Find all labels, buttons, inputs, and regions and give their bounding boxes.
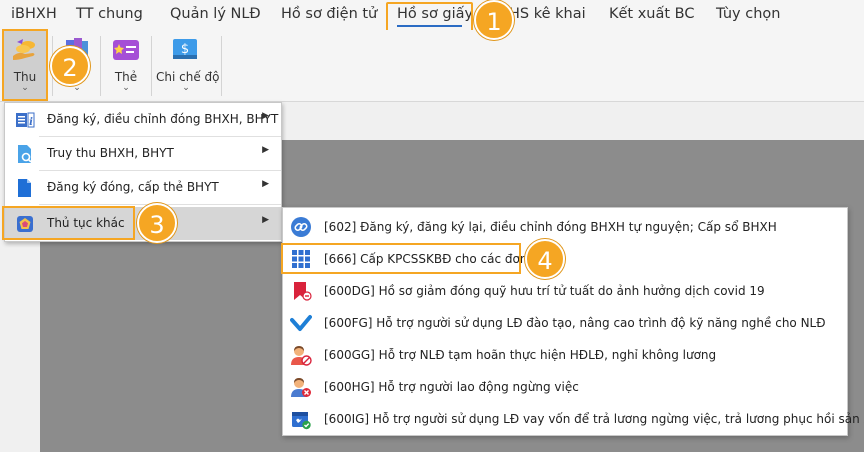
submenu-item-600ig[interactable]: [600IG] Hỗ trợ người sử dụng LĐ vay vốn … [283,403,864,435]
submenu-item-600dg[interactable]: [600DG] Hồ sơ giảm đóng quỹ hưu trí tử t… [283,275,847,307]
active-tab-underline [397,25,462,27]
dropdown-item-label: Đăng ký đóng, cấp thẻ BHYT [47,180,219,194]
thu-tuc-khac-highlight [2,206,135,240]
ribbon-chi-che-do-button[interactable]: $ Chi chế độ ⌄ [156,30,220,100]
dropdown-item-truy-thu[interactable]: Truy thu BHXH, BHYT ▶ [5,137,281,170]
ribbon-thu-label: Thu [13,70,37,84]
hand-coins-icon [13,39,35,60]
ribbon-the-button[interactable]: Thẻ ⌄ [106,30,146,100]
svg-text:i: i [29,117,33,128]
submenu-item-label: [602] Đăng ký, đăng ký lại, điều chỉnh đ… [324,220,777,234]
submenu-item-602[interactable]: [602] Đăng ký, đăng ký lại, điều chỉnh đ… [283,211,847,243]
check-icon [290,315,312,331]
menu-tuy-chon[interactable]: Tùy chọn [716,6,780,22]
menu-ho-so-dien-tu[interactable]: Hồ sơ điện tử [281,6,377,22]
menu-tt-chung[interactable]: TT chung [76,6,143,22]
menu-quan-ly-nld[interactable]: Quản lý NLĐ [170,6,261,22]
submenu-item-label: [600HG] Hỗ trợ người lao động ngừng việc [324,380,579,394]
submenu-arrow-icon: ▶ [262,145,269,155]
ribbon-chi-che-do-label: Chi chế độ [156,70,220,84]
ribbon-separator [221,36,222,96]
submenu-item-label: [600GG] Hỗ trợ NLĐ tạm hoãn thực hiện HĐ… [324,348,717,362]
callout-badge-4: 4 [525,239,565,279]
dropdown-item-cap-the-bhyt[interactable]: Đăng ký đóng, cấp thẻ BHYT ▶ [5,171,281,204]
dropdown-item-dang-ky-dieu-chinh[interactable]: i Đăng ký, điều chỉnh đóng BHXH, BHYT ▶ [5,103,281,136]
submenu-item-600gg[interactable]: [600GG] Hỗ trợ NLĐ tạm hoãn thực hiện HĐ… [283,339,847,371]
card-icon [113,40,139,60]
callout-badge-2: 2 [50,46,90,86]
submenu-item-label: [600FG] Hỗ trợ người sử dụng LĐ đào tạo,… [324,316,826,330]
item-666-highlight [281,243,521,274]
ribbon-thu-button[interactable]: Thu ⌄ [4,30,46,100]
svg-text:$: $ [181,42,189,57]
submenu-item-label: [600IG] Hỗ trợ người sử dụng LĐ vay vốn … [324,412,864,426]
doc-search-icon [18,145,32,163]
callout-badge-3: 3 [137,203,177,243]
menu-hs-ke-khai[interactable]: HS kê khai [509,6,586,22]
chevron-down-icon: ⌄ [122,83,130,93]
active-tab-highlight [386,2,473,32]
submenu-arrow-icon: ▶ [262,179,269,189]
dollar-board-icon: $ [173,39,197,59]
callout-badge-1: 1 [474,0,514,40]
chevron-down-icon: ⌄ [182,83,190,93]
user-blocked-icon [291,346,312,366]
register-icon: i [16,112,35,128]
calendar-check-icon [292,412,311,430]
submenu-item-600hg[interactable]: [600HG] Hỗ trợ người lao động ngừng việc [283,371,847,403]
user-remove-icon [291,378,311,397]
bookmark-icon [294,282,312,301]
dropdown-item-label: Truy thu BHXH, BHYT [47,146,174,160]
menu-ket-xuat-bc[interactable]: Kết xuất BC [609,6,695,22]
chevron-down-icon: ⌄ [21,83,29,93]
submenu-arrow-icon: ▶ [262,111,269,121]
dropdown-item-label: Đăng ký, điều chỉnh đóng BHXH, BHYT [47,112,279,126]
ribbon-separator [100,36,101,96]
submenu-item-label: [600DG] Hồ sơ giảm đóng quỹ hưu trí tử t… [324,284,765,298]
thu-tuc-khac-submenu: [602] Đăng ký, đăng ký lại, điều chỉnh đ… [282,207,864,436]
ribbon-separator [151,36,152,96]
submenu-item-600fg[interactable]: [600FG] Hỗ trợ người sử dụng LĐ đào tạo,… [283,307,847,339]
link-icon [291,217,311,237]
ribbon-the-label: Thẻ [114,70,138,84]
submenu-arrow-icon: ▶ [262,215,269,225]
menu-ibhxh[interactable]: iBHXH [11,6,57,22]
doc-blue-icon [18,179,31,197]
